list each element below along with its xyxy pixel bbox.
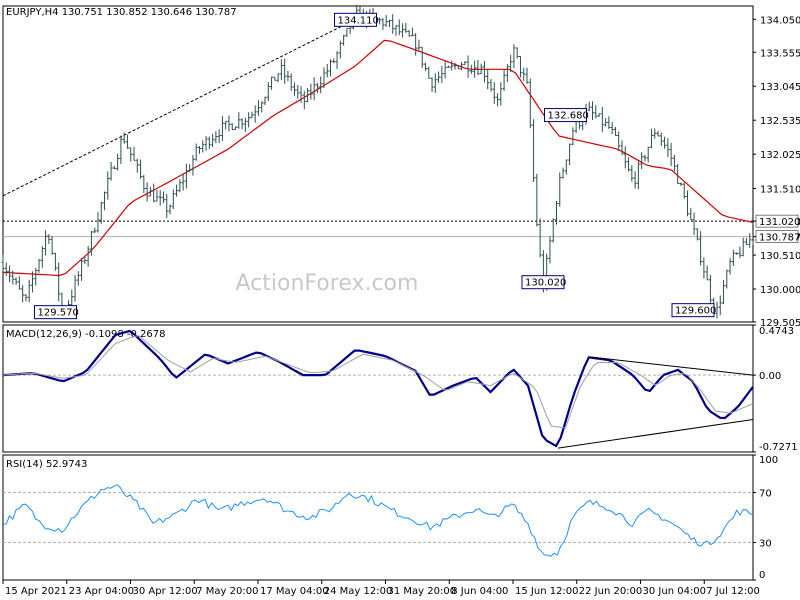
- price-annotation: 132.680: [544, 108, 589, 123]
- price-tick-label: 134.050: [760, 15, 800, 26]
- price-tick-label: 132.535: [760, 116, 800, 127]
- price-annotation-label: 134.110: [338, 15, 379, 26]
- rsi-tick-label: 100: [759, 455, 778, 466]
- rsi-tick-label: 30: [759, 539, 772, 550]
- macd-tick-label: -0.7271: [759, 442, 798, 453]
- current-price-tag: 130.787: [755, 230, 800, 244]
- price-annotation-label: 130.020: [525, 278, 566, 289]
- price-tick-label: 132.025: [760, 150, 800, 161]
- macd-tick-label: 0.4743: [759, 326, 794, 337]
- rsi-tick-label: 0: [759, 570, 765, 581]
- time-tick-label: 8 Jun 04:00: [451, 586, 508, 597]
- price-annotation: 134.110: [334, 12, 379, 27]
- price-annotation: 129.570: [34, 305, 79, 320]
- price-tick-label: 133.045: [760, 82, 800, 93]
- price-tick-label: 131.510: [760, 184, 800, 195]
- time-tick-label: 23 Apr 04:00: [69, 586, 134, 597]
- price-tick-label: 130.510: [760, 251, 800, 262]
- time-tick-label: 7 Jul 12:00: [706, 586, 760, 597]
- time-tick-label: 31 May 20:00: [388, 586, 457, 597]
- symbol-header: EURJPY,H4 130.751 130.852 130.646 130.78…: [6, 7, 237, 18]
- price-annotation: 130.020: [521, 275, 566, 290]
- price-annotation-label: 129.570: [38, 308, 79, 319]
- price-tick-label: 133.555: [760, 48, 800, 59]
- level-price-tag-label: 131.020: [759, 217, 800, 228]
- price-annotation-label: 129.600: [675, 306, 716, 317]
- level-price-tag: 131.020: [755, 214, 800, 228]
- time-tick-label: 7 May 20:00: [196, 586, 258, 597]
- price-annotation-label: 132.680: [548, 111, 589, 122]
- chart-root: EURJPY,H4 130.751 130.852 130.646 130.78…: [0, 0, 800, 600]
- time-tick-label: 22 Jun 20:00: [579, 586, 643, 597]
- current-price-tag-label: 130.787: [759, 233, 800, 244]
- time-tick-label: 17 May 04:00: [260, 586, 329, 597]
- time-tick-label: 30 Jun 04:00: [643, 586, 707, 597]
- chart-background: [0, 0, 800, 600]
- price-tick-label: 130.000: [760, 285, 800, 296]
- time-tick-label: 24 May 12:00: [324, 586, 393, 597]
- price-annotation: 129.600: [671, 303, 716, 318]
- time-tick-label: 15 Apr 2021: [5, 586, 67, 597]
- rsi-title: RSI(14) 52.9743: [6, 459, 87, 470]
- rsi-tick-label: 70: [759, 489, 772, 500]
- time-tick-label: 30 Apr 12:00: [133, 586, 198, 597]
- macd-tick-label: 0.00: [759, 371, 781, 382]
- watermark: ActionForex.com: [236, 271, 419, 296]
- time-tick-label: 15 Jun 12:00: [515, 586, 579, 597]
